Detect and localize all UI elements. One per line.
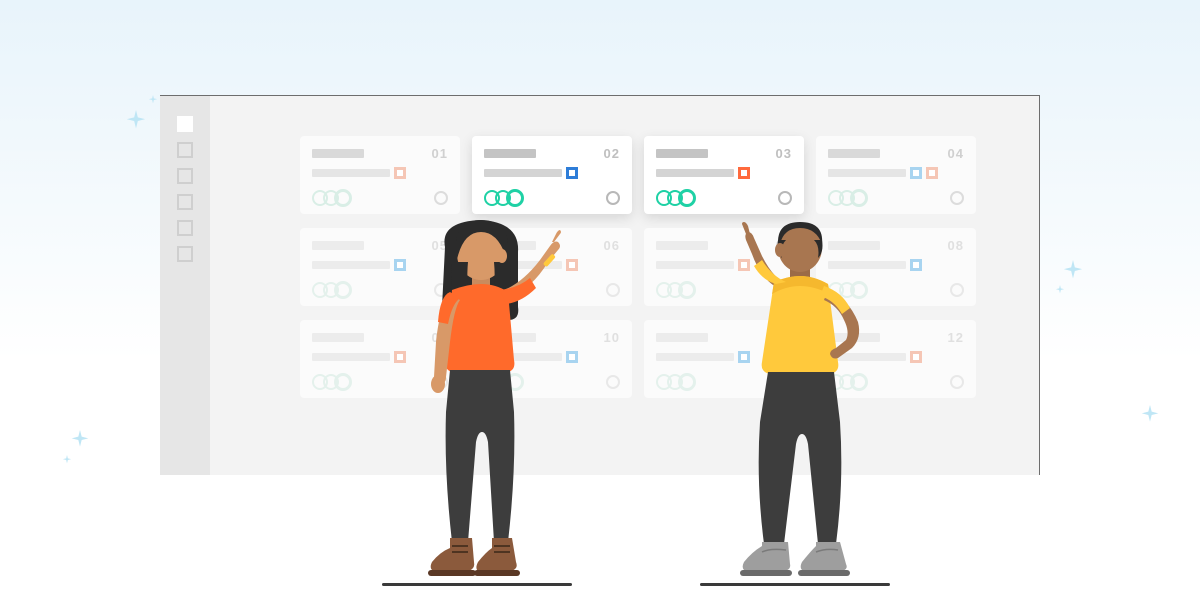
sparkle-icon (125, 110, 147, 132)
subtitle-placeholder (828, 169, 906, 177)
sparkle-icon (1062, 260, 1084, 282)
shadow (700, 583, 890, 586)
option-card-02[interactable]: 02 (472, 136, 632, 214)
sparkle-icon (1055, 285, 1065, 295)
status-square-icon (910, 167, 922, 179)
subtitle-placeholder (312, 169, 390, 177)
avatar-group (312, 281, 352, 299)
radio-icon[interactable] (434, 191, 448, 205)
radio-icon[interactable] (950, 283, 964, 297)
card-number: 01 (432, 146, 448, 161)
title-placeholder (656, 149, 708, 158)
radio-icon[interactable] (778, 191, 792, 205)
title-placeholder (312, 333, 364, 342)
person-illustration-1 (380, 212, 580, 592)
status-square-icon (910, 259, 922, 271)
radio-icon[interactable] (606, 191, 620, 205)
sidebar-item[interactable] (177, 194, 193, 210)
sidebar-item[interactable] (177, 168, 193, 184)
shadow (382, 583, 572, 586)
avatar-group (484, 189, 524, 207)
radio-icon[interactable] (950, 375, 964, 389)
option-card-01[interactable]: 01 (300, 136, 460, 214)
title-placeholder (312, 241, 364, 250)
card-number: 06 (604, 238, 620, 253)
status-square-icon (926, 167, 938, 179)
sidebar-item[interactable] (177, 220, 193, 236)
title-placeholder (828, 149, 880, 158)
card-number: 10 (604, 330, 620, 345)
status-square-icon (738, 167, 750, 179)
subtitle-placeholder (312, 261, 390, 269)
sparkle-icon (62, 455, 72, 465)
title-placeholder (484, 149, 536, 158)
subtitle-placeholder (484, 169, 562, 177)
card-number: 02 (604, 146, 620, 161)
subtitle-placeholder (312, 353, 390, 361)
avatar-group (312, 189, 352, 207)
option-card-04[interactable]: 04 (816, 136, 976, 214)
sidebar-item[interactable] (177, 246, 193, 262)
avatar-group (656, 189, 696, 207)
radio-icon[interactable] (606, 283, 620, 297)
card-number: 08 (948, 238, 964, 253)
title-placeholder (312, 149, 364, 158)
subtitle-placeholder (656, 169, 734, 177)
status-square-icon (910, 351, 922, 363)
radio-icon[interactable] (950, 191, 964, 205)
person-illustration-2 (690, 212, 910, 592)
option-card-03[interactable]: 03 (644, 136, 804, 214)
sidebar-item[interactable] (177, 116, 193, 132)
status-square-icon (394, 167, 406, 179)
card-number: 03 (776, 146, 792, 161)
radio-icon[interactable] (606, 375, 620, 389)
sparkle-icon (1140, 405, 1160, 425)
card-number: 04 (948, 146, 964, 161)
avatar-group (312, 373, 352, 391)
sparkle-icon (70, 430, 90, 450)
sidebar (160, 96, 210, 475)
avatar-group (828, 189, 868, 207)
sparkle-icon (148, 95, 158, 105)
sidebar-item[interactable] (177, 142, 193, 158)
status-square-icon (566, 167, 578, 179)
card-number: 12 (948, 330, 964, 345)
